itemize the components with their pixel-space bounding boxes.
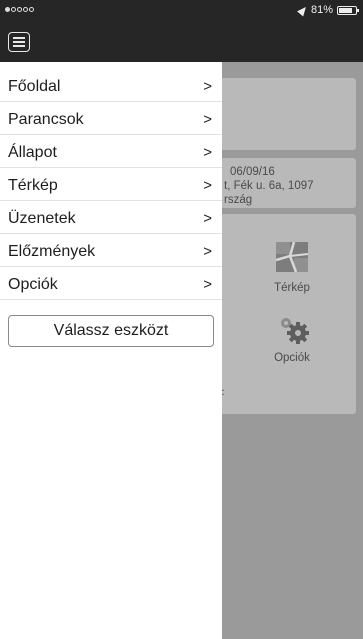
location-address: t, Fék u. 6a, 1097 — [224, 180, 314, 192]
menu-item-label: Üzenetek — [8, 210, 76, 227]
menu-item-label: Parancsok — [8, 111, 84, 128]
nav-bar — [0, 22, 363, 62]
location-country: rszág — [224, 194, 253, 206]
map-icon[interactable] — [276, 242, 308, 272]
menu-item-label: Előzmények — [8, 243, 96, 260]
tile-label-options[interactable]: Opciók — [252, 352, 332, 364]
battery-percent: 81% — [310, 4, 333, 16]
chevron-right-icon: > — [203, 144, 212, 161]
menu-item-history[interactable]: Előzmények > — [0, 237, 222, 267]
chevron-right-icon: > — [203, 243, 212, 260]
menu-item-options[interactable]: Opciók > — [0, 270, 222, 300]
select-device-button[interactable]: Válassz eszközt — [8, 315, 214, 347]
menu-item-label: Opciók — [8, 276, 58, 293]
signal-strength-icon — [5, 7, 34, 12]
location-arrow-icon — [297, 3, 309, 17]
menu-item-map[interactable]: Térkép > — [0, 171, 222, 201]
chevron-right-icon: > — [203, 111, 212, 128]
summary-card — [214, 78, 356, 150]
chevron-right-icon: > — [203, 276, 212, 293]
location-card: 06/09/16 t, Fék u. 6a, 1097 rszág — [214, 158, 356, 208]
chevron-right-icon: > — [203, 177, 212, 194]
status-bar: 81% — [0, 0, 363, 22]
menu-item-label: Térkép — [8, 177, 58, 194]
chevron-right-icon: > — [203, 78, 212, 95]
tile-label-map[interactable]: Térkép — [252, 282, 332, 294]
gear-icon[interactable] — [276, 314, 312, 346]
tiles-card: Térkép Opciók — [214, 214, 356, 414]
hamburger-menu-icon[interactable] — [8, 32, 30, 52]
status-right: 81% — [297, 3, 359, 17]
menu-item-label: Főoldal — [8, 78, 61, 95]
menu-item-label: Állapot — [8, 144, 57, 161]
side-drawer: Főoldal > Parancsok > Állapot > Térkép >… — [0, 62, 222, 639]
chevron-right-icon: > — [203, 210, 212, 227]
menu-item-status[interactable]: Állapot > — [0, 138, 222, 168]
menu-item-messages[interactable]: Üzenetek > — [0, 204, 222, 234]
menu-item-commands[interactable]: Parancsok > — [0, 105, 222, 135]
battery-icon — [337, 5, 359, 15]
location-date: 06/09/16 — [230, 166, 275, 178]
menu-item-home[interactable]: Főoldal > — [0, 72, 222, 102]
